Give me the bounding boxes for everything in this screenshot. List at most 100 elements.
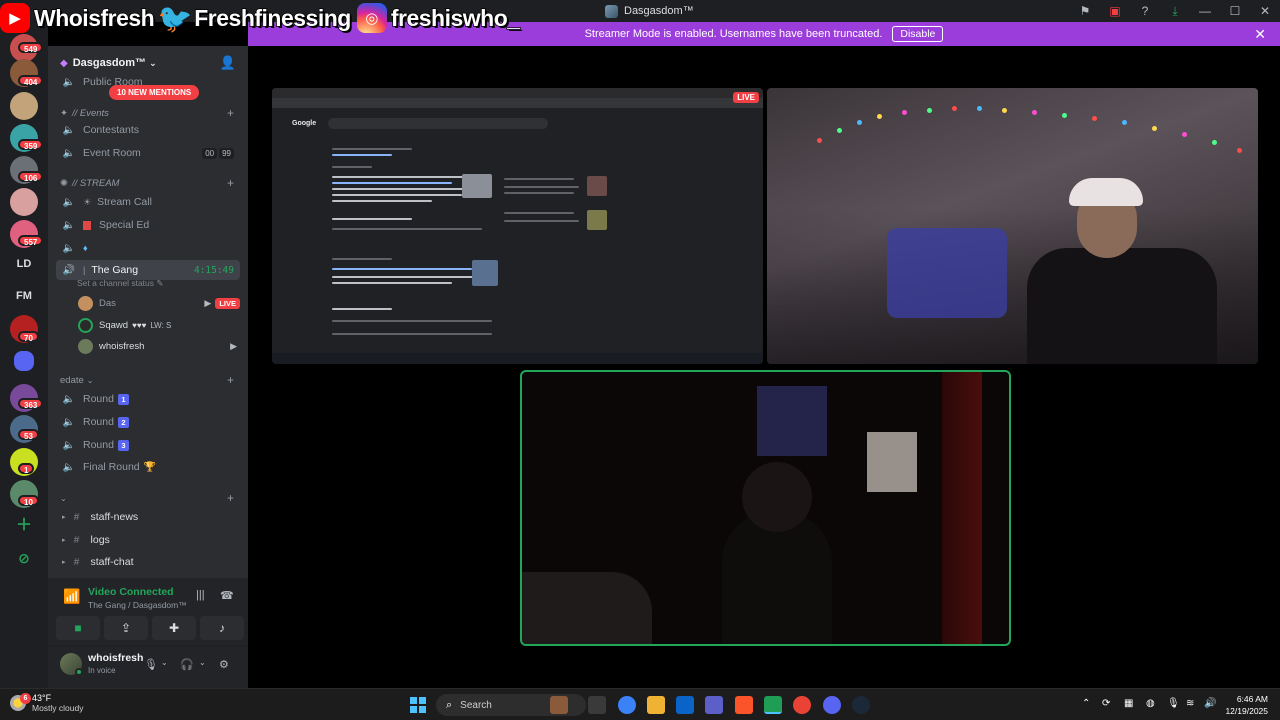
channel-diamond[interactable]: 🔈 ♦ [56, 238, 240, 258]
folder-icon[interactable] [14, 351, 34, 371]
screen-share-button[interactable]: ⇪ [104, 616, 148, 640]
flag-icon[interactable]: ⚑ [1070, 0, 1100, 22]
activities-icon: ✚ [168, 621, 180, 635]
widget-icon[interactable] [550, 696, 568, 714]
camera-button[interactable]: ■ [56, 616, 100, 640]
invite-icon[interactable]: 👤 [220, 55, 236, 71]
maximize-icon[interactable]: ☐ [1220, 0, 1250, 22]
chrome-icon[interactable] [793, 696, 811, 714]
instagram-handle: ◎ freshiswho_ [356, 3, 521, 33]
network-icon[interactable]: ◍ [1146, 698, 1155, 709]
steam-icon[interactable] [852, 696, 870, 714]
chevron-down-icon: ⌄ [86, 375, 94, 385]
weather-widget[interactable]: 6 43°F Mostly cloudy [10, 693, 84, 713]
disable-streamer-mode-button[interactable]: Disable [892, 26, 944, 42]
screen-share-icon[interactable]: ▣ [1100, 0, 1130, 22]
add-channel-icon[interactable]: + [227, 176, 234, 190]
set-channel-status[interactable]: Set a channel status ✎ [77, 278, 164, 289]
channel-staff-news[interactable]: ▸ # staff-news [56, 507, 240, 527]
voice-icon: 🔈 [62, 242, 76, 254]
server-ld[interactable]: LD [10, 250, 38, 278]
camera-tile-room[interactable] [767, 88, 1258, 364]
chevron-down-icon[interactable]: ⌄ [199, 658, 206, 667]
user-name[interactable]: whoisfresh [88, 652, 143, 664]
window-title: Dasgasdom™ [605, 3, 694, 19]
avatar [78, 295, 93, 311]
channel-round-2[interactable]: 🔈 Round 2 [56, 412, 240, 432]
instagram-icon: ◎ [356, 3, 387, 33]
disconnect-icon[interactable]: ☎ [220, 589, 234, 602]
store-icon[interactable] [676, 696, 694, 714]
channel-final-round[interactable]: 🔈 Final Round 🏆 [56, 457, 240, 477]
teams-icon[interactable] [705, 696, 723, 714]
close-icon[interactable]: ✕ [1250, 0, 1280, 22]
sync-icon[interactable]: ⟳ [1102, 698, 1110, 709]
new-mentions-badge[interactable]: 10 NEW MENTIONS [109, 85, 200, 100]
youtube-handle: ▶ Whoisfresh [0, 3, 155, 33]
channel-staff-chat[interactable]: ▸ # staff-chat [56, 552, 240, 572]
soundboard-button[interactable]: ♪ [200, 616, 244, 640]
live-badge: LIVE [733, 92, 759, 103]
volume-icon[interactable]: 🔊 [1204, 698, 1216, 709]
tray-overflow-icon[interactable]: ⌃ [1082, 698, 1090, 709]
explore-icon[interactable]: ⊘ [10, 544, 38, 572]
channel-label: Event Room [83, 147, 141, 159]
camera-tile-dark[interactable] [520, 370, 1011, 646]
channel-special-ed[interactable]: 🔈 Special Ed [56, 215, 240, 235]
copilot-icon[interactable] [618, 696, 636, 714]
voice-user-das[interactable]: Das ▶ LIVE [78, 293, 240, 313]
twitter-handle: 🐦 Freshfinessing [158, 3, 352, 34]
weather-badge: 6 [20, 693, 31, 704]
banner-close-icon[interactable]: ✕ [1254, 26, 1266, 43]
add-channel-icon[interactable]: + [227, 491, 234, 505]
brave-browser-icon[interactable] [735, 696, 753, 714]
voice-location[interactable]: The Gang / Dasgasdom™ [88, 600, 187, 610]
windows-start-icon[interactable] [410, 697, 426, 713]
voice-user-sqawd[interactable]: Sqawd ♥♥♥ LW: S [78, 315, 240, 335]
help-icon[interactable]: ? [1130, 0, 1160, 22]
minimize-icon[interactable]: — [1190, 0, 1220, 22]
task-view-icon[interactable] [588, 696, 606, 714]
camera-icon: ■ [74, 621, 82, 635]
channel-logs[interactable]: ▸ # logs [56, 530, 240, 550]
download-icon[interactable]: ⤓ [1160, 0, 1190, 22]
add-server-icon[interactable]: ＋ [10, 512, 38, 540]
server-badge: 363 [18, 398, 44, 410]
noise-suppression-icon[interactable]: ||| [196, 589, 205, 601]
discord-taskbar-icon[interactable] [764, 696, 782, 714]
taskbar-clock[interactable]: 6:46 AM 12/19/2025 [1225, 693, 1268, 717]
chevron-down-icon[interactable]: ⌄ [161, 658, 168, 667]
category-events[interactable]: ✦ // Events + [56, 105, 240, 121]
voice-user-whoisfresh[interactable]: whoisfresh ▶ [78, 336, 240, 356]
channel-contestants[interactable]: 🔈 Contestants [56, 120, 240, 140]
headphones-icon[interactable]: 🎧 [180, 658, 194, 671]
activities-button[interactable]: ✚ [152, 616, 196, 640]
voice-status[interactable]: Video Connected [88, 586, 174, 598]
app-tray-icon[interactable]: ▦ [1124, 698, 1133, 709]
channel-round-3[interactable]: 🔈 Round 3 [56, 435, 240, 455]
channel-stream-call[interactable]: 🔈 ☀ Stream Call [56, 192, 240, 212]
add-channel-icon[interactable]: + [227, 106, 234, 120]
channel-label: Round [83, 416, 114, 428]
channel-the-gang[interactable]: 🔊 | The Gang 4:15:49 [56, 260, 240, 280]
server-icon[interactable] [10, 188, 38, 216]
channel-event-room[interactable]: 🔈 Event Room 00 99 [56, 143, 240, 163]
channel-label: Stream Call [97, 196, 152, 208]
announcement-icon: # [73, 511, 80, 523]
settings-gear-icon[interactable]: ⚙ [219, 658, 229, 671]
add-channel-icon[interactable]: + [227, 373, 234, 387]
microphone-icon[interactable]: 🎙 [144, 658, 158, 671]
channel-separator: | [83, 265, 86, 275]
discord-app-icon[interactable] [823, 696, 841, 714]
signal-icon[interactable]: 📶 [63, 588, 80, 605]
wifi-icon[interactable]: ≋ [1186, 698, 1194, 709]
screen-share-tile[interactable]: Google LIVE [272, 88, 763, 364]
category-edate[interactable]: edate ⌄ + [56, 372, 240, 388]
category-staff[interactable]: ⌄ + [56, 490, 240, 506]
server-fm[interactable]: FM [10, 282, 38, 310]
file-explorer-icon[interactable] [647, 696, 665, 714]
category-stream[interactable]: ✺ // STREAM + [56, 175, 240, 191]
channel-round-1[interactable]: 🔈 Round 1 [56, 389, 240, 409]
microphone-icon[interactable]: 🎙 [1167, 698, 1180, 709]
server-icon[interactable] [10, 92, 38, 120]
